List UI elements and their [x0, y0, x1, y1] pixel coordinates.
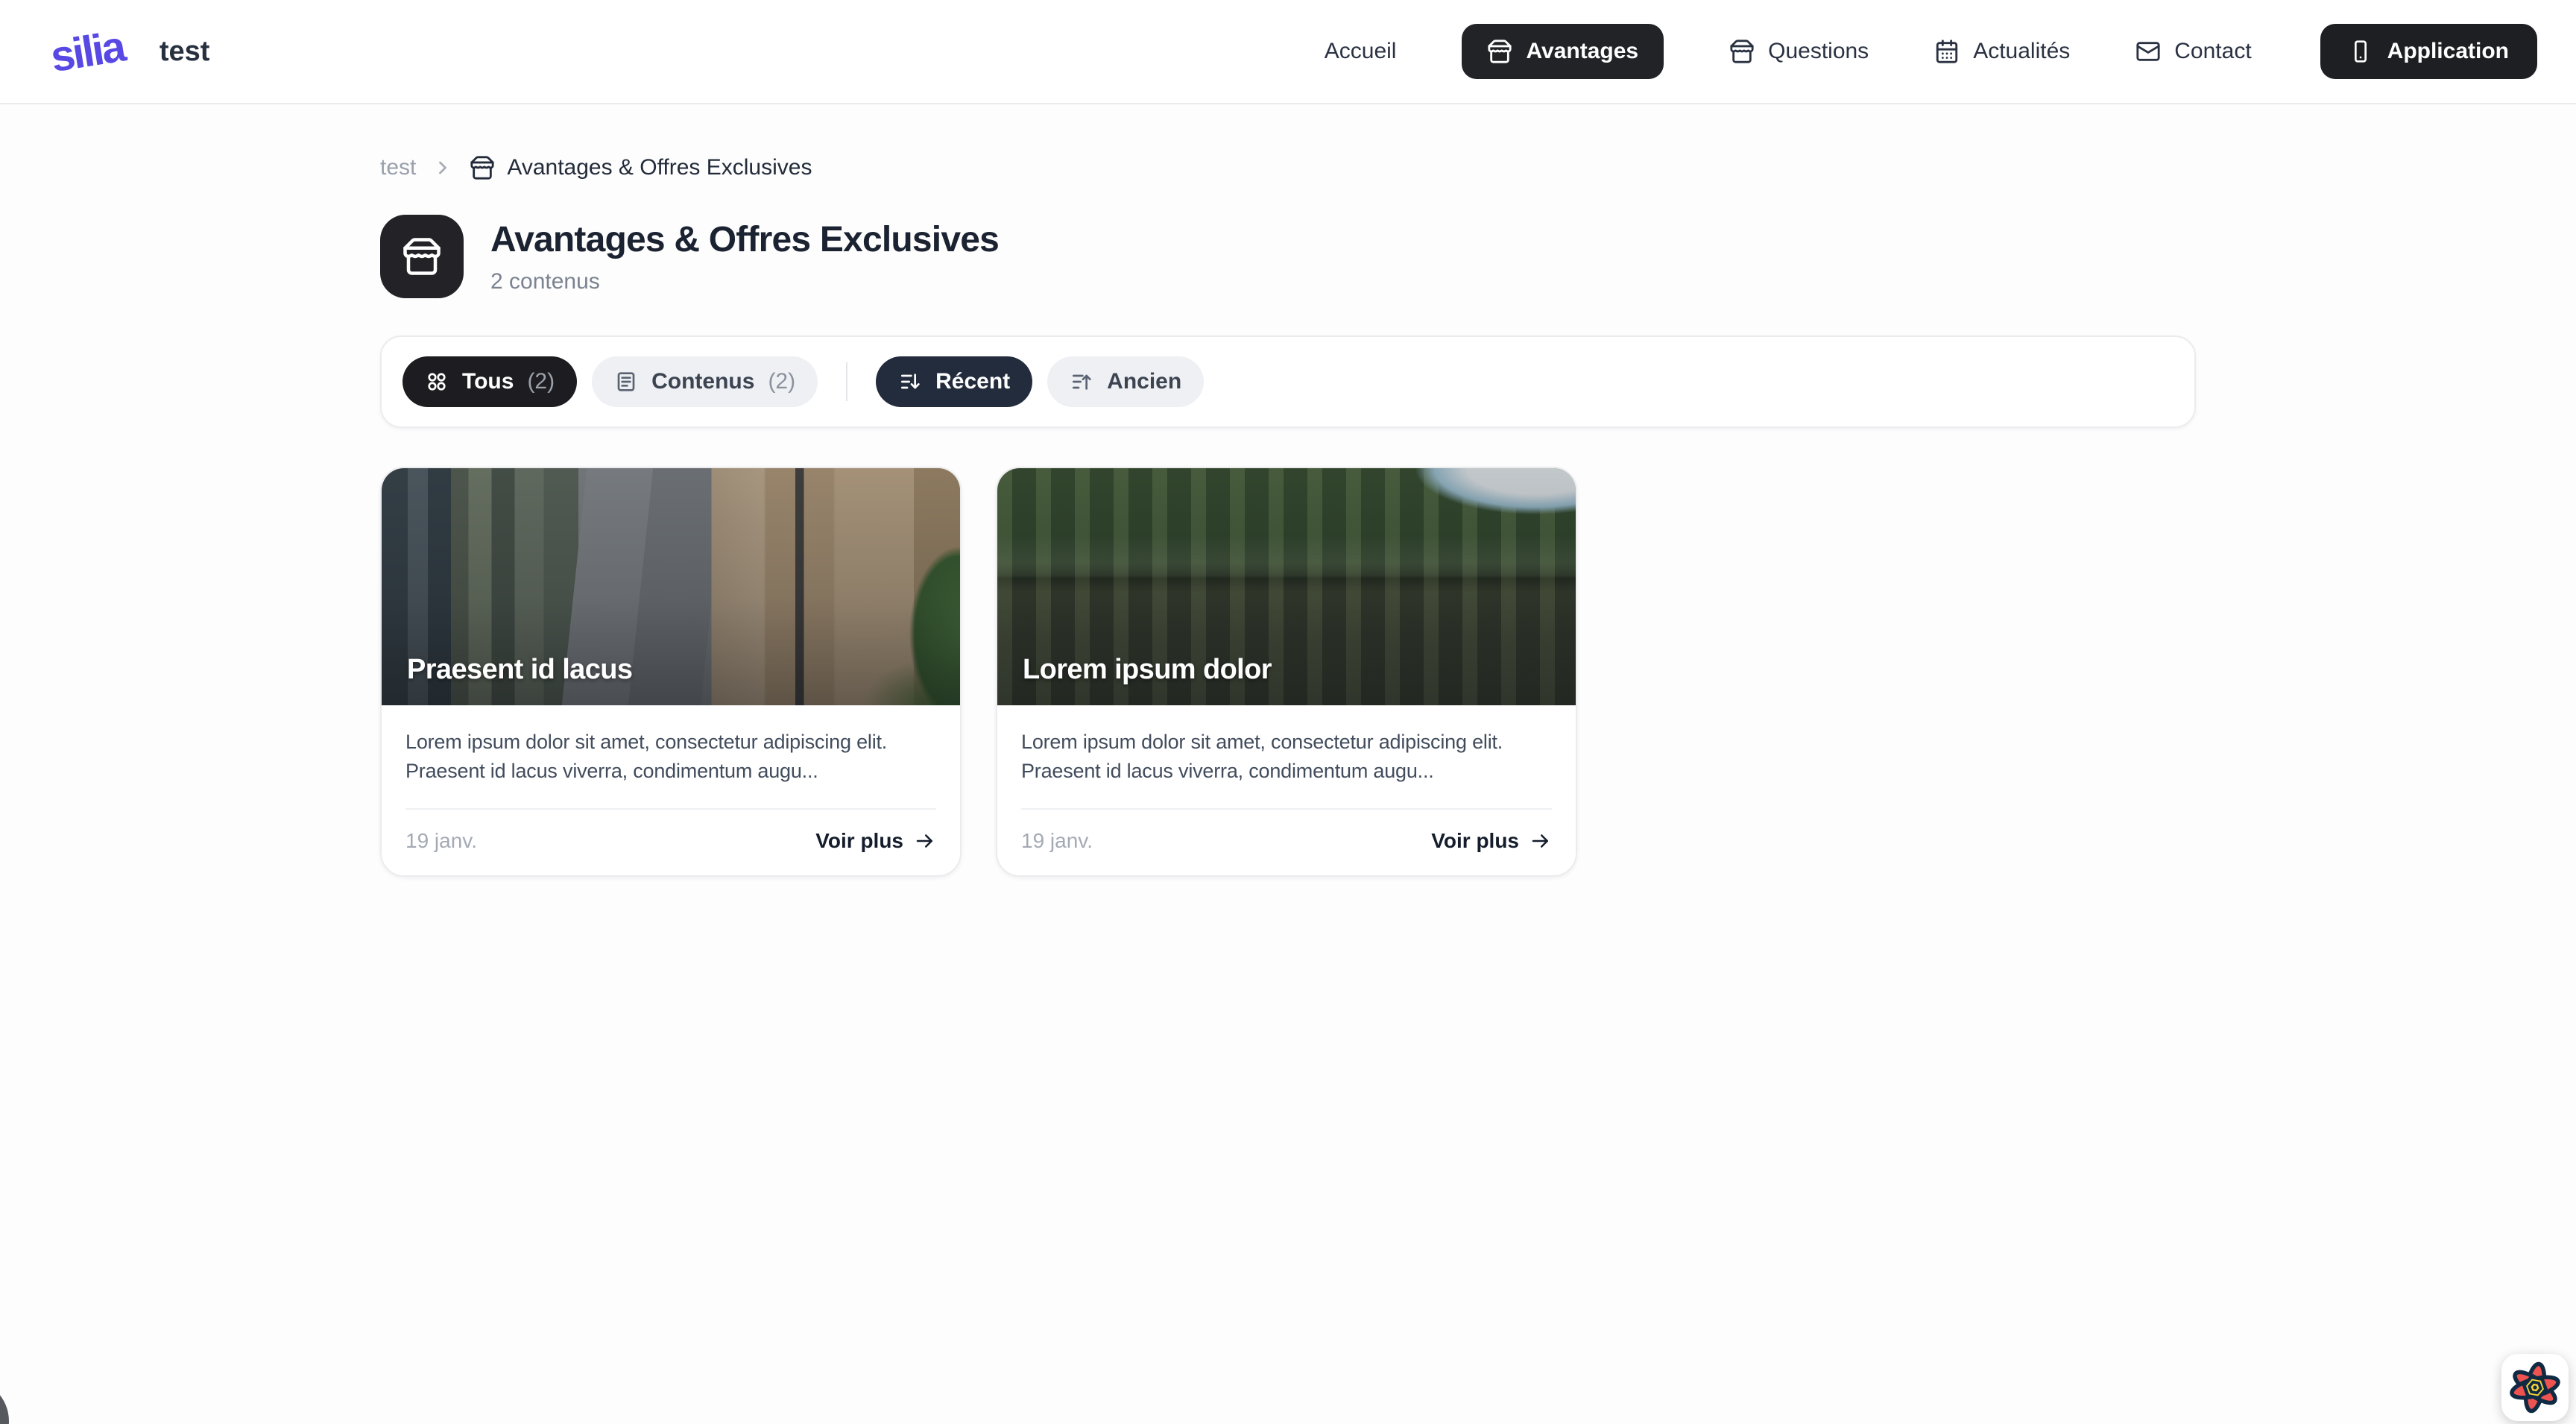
arrow-right-icon [914, 830, 936, 852]
nav-item-label: Contact [2174, 39, 2251, 64]
card-cover-photo-swamp: Lorem ipsum dolor [997, 468, 1576, 705]
see-more-label: Voir plus [815, 829, 903, 853]
sort-desc-icon [898, 370, 922, 394]
filter-divider [846, 362, 847, 401]
nav-item-contact[interactable]: Contact [2135, 39, 2251, 64]
sort-recent-button[interactable]: Récent [876, 356, 1032, 407]
filter-toolbar: Tous (2) Contenus (2) Récent Ancien [380, 335, 2196, 428]
tanstack-flower-icon [2501, 1354, 2569, 1421]
filter-all-button[interactable]: Tous (2) [402, 356, 577, 407]
card-description: Lorem ipsum dolor sit amet, consectetur … [405, 728, 936, 786]
store-icon [402, 236, 442, 277]
filter-contents-label: Contenus [651, 369, 754, 394]
nav-item-questions[interactable]: Questions [1729, 39, 1869, 64]
content-card[interactable]: Lorem ipsum dolor Lorem ipsum dolor sit … [996, 467, 1577, 877]
main-nav: Accueil Avantages Questions Actualités C… [1325, 24, 2537, 79]
nav-item-label: Actualités [1973, 39, 2070, 64]
card-cover-photo-street: Praesent id lacus [382, 468, 960, 705]
card-body: Lorem ipsum dolor sit amet, consectetur … [997, 705, 1576, 875]
sort-recent-label: Récent [935, 369, 1010, 394]
see-more-link[interactable]: Voir plus [815, 829, 936, 853]
card-footer: 19 janv. Voir plus [1021, 810, 1552, 853]
nav-item-label: Questions [1768, 39, 1869, 64]
page-header-text: Avantages & Offres Exclusives 2 contenus [490, 219, 999, 294]
see-more-link[interactable]: Voir plus [1431, 829, 1552, 853]
card-date: 19 janv. [405, 829, 477, 853]
app-window: silia test Accueil Avantages Questions A… [0, 0, 2576, 1424]
nav-item-avantages[interactable]: Avantages [1462, 24, 1664, 79]
nav-item-actualites[interactable]: Actualités [1934, 39, 2070, 64]
see-more-label: Voir plus [1431, 829, 1519, 853]
page-title: Avantages & Offres Exclusives [490, 219, 999, 260]
card-footer: 19 janv. Voir plus [405, 810, 936, 853]
card-body: Lorem ipsum dolor sit amet, consectetur … [382, 705, 960, 875]
nav-item-label: Avantages [1526, 39, 1638, 64]
content-card-grid: Praesent id lacus Lorem ipsum dolor sit … [380, 467, 2196, 877]
card-description: Lorem ipsum dolor sit amet, consectetur … [1021, 728, 1552, 786]
breadcrumb-root-link[interactable]: test [380, 155, 416, 180]
nav-item-label: Accueil [1325, 39, 1397, 64]
mail-icon [2135, 39, 2161, 64]
top-navigation-bar: silia test Accueil Avantages Questions A… [0, 0, 2576, 104]
silia-logo[interactable]: silia [41, 17, 133, 86]
grid-dots-icon [425, 370, 449, 394]
card-title: Praesent id lacus [407, 654, 632, 686]
arrow-right-icon [1530, 830, 1552, 852]
store-icon [470, 155, 495, 180]
card-title: Lorem ipsum dolor [1023, 654, 1272, 686]
application-button-label: Application [2387, 39, 2509, 64]
breadcrumb-current: Avantages & Offres Exclusives [470, 155, 812, 180]
card-date: 19 janv. [1021, 829, 1093, 853]
dev-indicator-button[interactable] [0, 1379, 9, 1424]
sort-oldest-label: Ancien [1107, 369, 1181, 394]
application-button[interactable]: Application [2320, 24, 2537, 79]
store-icon [1729, 39, 1755, 64]
calendar-icon [1934, 39, 1960, 64]
filter-all-count: (2) [527, 369, 555, 394]
filter-contents-count: (2) [768, 369, 795, 394]
smartphone-icon [2349, 40, 2373, 63]
category-icon-box [380, 215, 464, 298]
sort-oldest-button[interactable]: Ancien [1047, 356, 1204, 407]
filter-contents-button[interactable]: Contenus (2) [592, 356, 818, 407]
page-container: test Avantages & Offres Exclusives Avant… [380, 155, 2196, 877]
sort-asc-icon [1070, 370, 1093, 394]
breadcrumb-current-label: Avantages & Offres Exclusives [507, 155, 812, 180]
document-icon [614, 370, 638, 394]
filter-all-label: Tous [462, 369, 514, 394]
chevron-right-icon [432, 157, 453, 178]
content-count: 2 contenus [490, 269, 999, 294]
devtools-toggle-button[interactable] [2501, 1354, 2569, 1421]
page-header: Avantages & Offres Exclusives 2 contenus [380, 215, 2196, 298]
store-icon [1487, 39, 1512, 64]
nav-item-accueil[interactable]: Accueil [1325, 39, 1397, 64]
site-name: test [160, 36, 210, 68]
content-card[interactable]: Praesent id lacus Lorem ipsum dolor sit … [380, 467, 962, 877]
breadcrumb: test Avantages & Offres Exclusives [380, 155, 2196, 180]
